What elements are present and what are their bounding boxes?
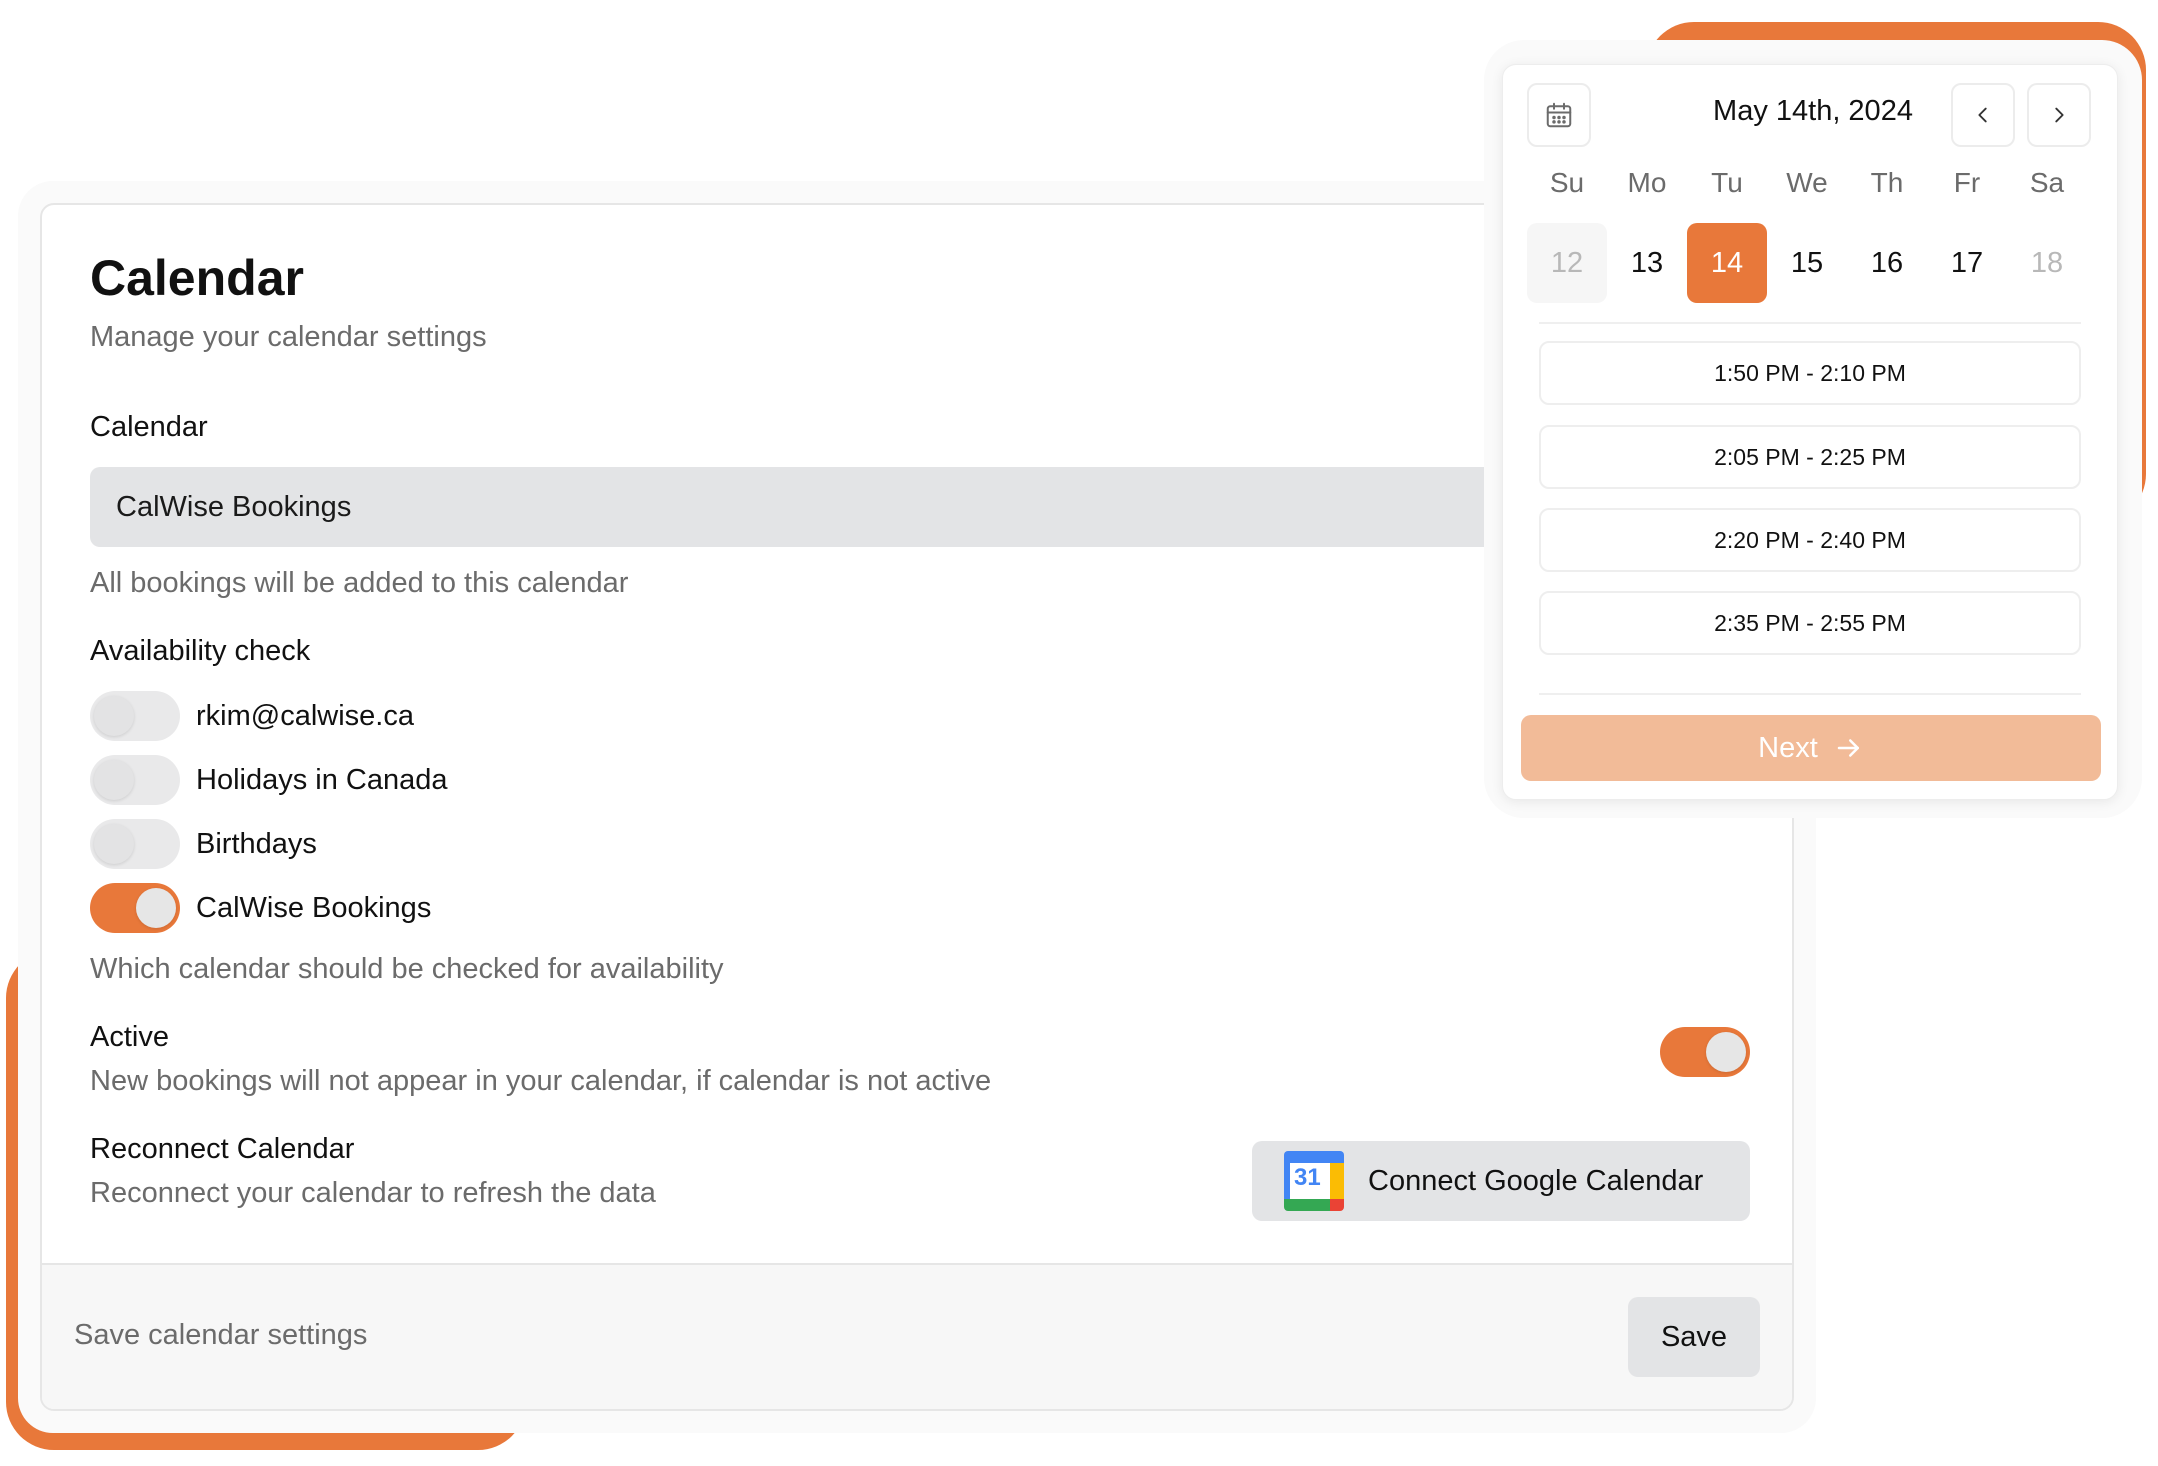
weekday-label: Th (1870, 167, 1904, 198)
calendar-icon (1546, 102, 1572, 128)
divider (1539, 693, 2081, 695)
weekday-label: We (1786, 167, 1828, 198)
availability-item: Birthdays (90, 819, 317, 869)
weekday-label: Mo (1627, 167, 1667, 198)
time-slot[interactable]: 1:50 PM - 2:10 PM (1539, 341, 2081, 405)
active-toggle[interactable] (1660, 1027, 1750, 1077)
weekday-header: Su Mo Tu We Th Fr Sa (1527, 167, 2087, 199)
calendar-select[interactable]: CalWise Bookings (90, 467, 1610, 547)
google-calendar-icon-number: 31 (1294, 1164, 1321, 1191)
time-slot[interactable]: 2:05 PM - 2:25 PM (1539, 425, 2081, 489)
availability-toggle-calwise[interactable] (90, 883, 180, 933)
calendar-field-label: Calendar (90, 411, 208, 443)
chevron-left-icon (1978, 107, 1987, 123)
page-subtitle: Manage your calendar settings (90, 321, 487, 353)
previous-week-button[interactable] (1951, 83, 2015, 147)
day-cell[interactable]: 16 (1847, 223, 1927, 303)
connect-google-calendar-label: Connect Google Calendar (1368, 1164, 1704, 1197)
availability-item: CalWise Bookings (90, 883, 431, 933)
availability-item-label: Holidays in Canada (196, 763, 448, 796)
time-slot[interactable]: 2:35 PM - 2:55 PM (1539, 591, 2081, 655)
availability-toggle-rkim[interactable] (90, 691, 180, 741)
availability-item-label: Birthdays (196, 827, 317, 860)
arrow-right-icon (1837, 739, 1859, 757)
calendar-icon-button[interactable] (1527, 83, 1591, 147)
toggle-knob (1706, 1032, 1746, 1072)
divider (1539, 322, 2081, 324)
toggle-knob (94, 824, 134, 864)
day-row: 12 13 14 15 16 17 18 (1527, 223, 2087, 303)
chevron-right-icon (2055, 107, 2064, 123)
connect-google-calendar-button[interactable]: 31 Connect Google Calendar (1252, 1141, 1750, 1221)
active-helper-text: New bookings will not appear in your cal… (90, 1065, 992, 1097)
toggle-knob (136, 888, 176, 928)
availability-item-label: rkim@calwise.ca (196, 699, 414, 732)
weekday-label: Sa (2029, 167, 2065, 198)
weekday-label: Tu (1711, 167, 1743, 198)
day-cell-disabled: 12 (1527, 223, 1607, 303)
save-button[interactable]: Save (1628, 1297, 1760, 1377)
day-cell-selected[interactable]: 14 (1687, 223, 1767, 303)
day-cell-disabled: 18 (2030, 246, 2064, 279)
day-cell[interactable]: 17 (1927, 223, 2007, 303)
next-week-button[interactable] (2027, 83, 2091, 147)
footer-text: Save calendar settings (74, 1319, 368, 1351)
google-calendar-icon: 31 (1284, 1151, 1344, 1211)
time-slot[interactable]: 2:20 PM - 2:40 PM (1539, 508, 2081, 572)
active-label: Active (90, 1021, 169, 1053)
availability-item: rkim@calwise.ca (90, 691, 414, 741)
picker-date-title: May 14th, 2024 (1713, 95, 1913, 127)
availability-toggle-birthdays[interactable] (90, 819, 180, 869)
availability-item: Holidays in Canada (90, 755, 447, 805)
day-cell[interactable]: 15 (1767, 223, 1847, 303)
date-picker: May 14th, 2024 Su Mo Tu We Th Fr Sa 12 1… (1502, 64, 2118, 800)
card-footer: Save calendar settings Save (42, 1263, 1792, 1409)
page-title: Calendar (90, 250, 304, 306)
reconnect-label: Reconnect Calendar (90, 1133, 355, 1165)
day-cell[interactable]: 13 (1607, 223, 1687, 303)
weekday-label: Fr (1953, 167, 1981, 198)
toggle-knob (94, 696, 134, 736)
availability-item-label: CalWise Bookings (196, 891, 432, 924)
next-button[interactable]: Next (1521, 715, 2101, 781)
next-button-label: Next (1758, 731, 1818, 764)
reconnect-helper-text: Reconnect your calendar to refresh the d… (90, 1177, 656, 1209)
calendar-helper-text: All bookings will be added to this calen… (90, 567, 629, 599)
availability-toggle-holidays[interactable] (90, 755, 180, 805)
availability-helper-text: Which calendar should be checked for ava… (90, 953, 724, 985)
weekday-label: Su (1549, 167, 1585, 198)
toggle-knob (94, 760, 134, 800)
availability-label: Availability check (90, 635, 311, 667)
